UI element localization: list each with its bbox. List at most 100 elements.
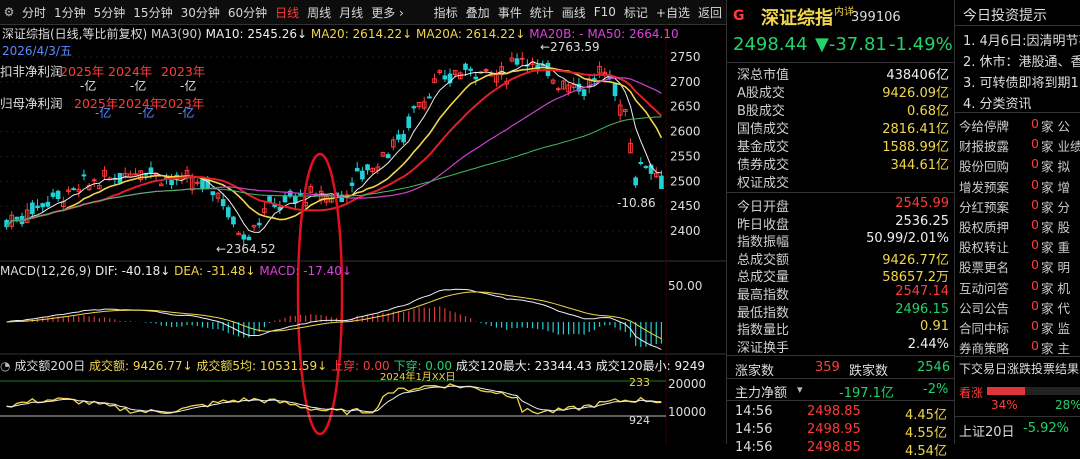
candle	[638, 157, 644, 166]
tip-item[interactable]: 3. 可转债即将到期1	[963, 72, 1079, 91]
event-category[interactable]: 公司公告	[959, 298, 1009, 317]
event-category[interactable]: 股票更名	[959, 257, 1009, 276]
volume-mark: 233	[629, 376, 650, 389]
volume-legend-item: 下穿: 0.00	[389, 359, 453, 373]
event-count: 0	[1031, 237, 1039, 253]
indicator-button[interactable]: 指标	[430, 4, 462, 21]
quote-row: 债券成交 344.61亿	[737, 158, 949, 173]
event-category[interactable]: 股权转让	[959, 237, 1009, 256]
candle-body	[468, 68, 473, 71]
tick-t: 14:56	[735, 440, 773, 455]
event-category[interactable]: 合同中标	[959, 318, 1009, 337]
candle-body	[220, 199, 226, 207]
event-category[interactable]: 分红预案	[959, 197, 1009, 216]
macd-tick-label: 50.00	[668, 279, 702, 293]
tip-item[interactable]: 1. 4月6日:因清明节不	[963, 30, 1080, 49]
volume-icon: ◔	[0, 359, 11, 373]
volume-legend: ◔ 成交额200日 成交额: 9426.77↓ 成交额5均: 10531.59↓…	[0, 359, 705, 373]
candle	[195, 178, 200, 186]
event-category[interactable]: 互动问答	[959, 278, 1009, 297]
quote-row: 总成交额 9426.77亿	[737, 252, 949, 268]
candle	[499, 61, 504, 80]
candle-body	[442, 75, 448, 80]
period-toolbar: ⚙ 分时 1分钟 5分钟 15分钟 30分钟 60分钟 日线 周线 月线 更多 …	[0, 0, 726, 25]
candle	[643, 165, 649, 170]
candle	[225, 205, 231, 220]
candle	[158, 181, 164, 187]
volume-legend-item: 成交120最大: 23344.43	[452, 359, 592, 373]
candle	[514, 53, 520, 67]
kline-chart[interactable]: 2750 2700 2650 2600 2550 2500 2450 2400 50.00 200…	[0, 24, 726, 444]
event-category[interactable]: 股份回购	[959, 156, 1009, 175]
event-category[interactable]: 券商策略	[959, 338, 1009, 357]
candle	[262, 202, 267, 216]
candle	[612, 82, 618, 102]
ma-legend-item: MA10: 2545.26↓	[201, 27, 308, 41]
event-category[interactable]: 财报披露	[959, 136, 1009, 155]
tab-5min[interactable]: 5分钟	[90, 4, 130, 21]
candle	[406, 113, 412, 131]
settings-icon[interactable]: ⚙	[0, 5, 18, 19]
vote-up-pct: 34%	[991, 398, 1018, 412]
event-desc: 家 重	[1041, 240, 1070, 256]
quote-row: 国债成交 2816.41亿	[737, 122, 949, 137]
tab-weekly[interactable]: 周线	[303, 4, 335, 21]
tab-more[interactable]: 更多 ›	[367, 4, 408, 21]
candle	[30, 200, 35, 218]
event-button[interactable]: 事件	[494, 4, 526, 21]
candle	[617, 99, 623, 121]
price-tick-label: 2500	[670, 174, 701, 188]
high-label: ←2763.59	[540, 40, 600, 54]
macd-legend: MACD(12,26,9) DIF: -40.18↓ DEA: -31.48↓ …	[0, 264, 352, 278]
tab-15min[interactable]: 15分钟	[129, 4, 176, 21]
mark-button[interactable]: 标记	[620, 4, 652, 21]
chevron-down-icon[interactable]: ▾	[797, 383, 803, 396]
quote-row: 基金成交 1588.99亿	[737, 140, 949, 155]
event-desc: 家 主	[1041, 341, 1070, 357]
index-price: 2498.44	[733, 34, 808, 55]
event-category[interactable]: 股权质押	[959, 217, 1009, 236]
overlay-button[interactable]: 叠加	[462, 4, 494, 21]
stats-button[interactable]: 统计	[526, 4, 558, 21]
candle	[354, 162, 360, 172]
candle	[138, 170, 143, 183]
candle	[102, 166, 107, 180]
candle-body	[659, 175, 664, 190]
candle	[401, 130, 406, 145]
candle	[437, 69, 443, 75]
tab-daily[interactable]: 日线	[271, 4, 303, 21]
tab-1min[interactable]: 1分钟	[50, 4, 90, 21]
candle-body	[231, 216, 236, 225]
tab-timeshare[interactable]: 分时	[18, 4, 50, 21]
candle-body	[592, 78, 597, 81]
candle	[416, 101, 422, 110]
event-category[interactable]: 今给停牌	[959, 116, 1009, 135]
add-watchlist-button[interactable]: +自选	[652, 4, 694, 21]
candle	[236, 230, 241, 236]
f10-button[interactable]: F10	[590, 5, 620, 19]
quote-row: 最低指数 2496.15	[737, 301, 949, 321]
draw-button[interactable]: 画线	[558, 4, 590, 21]
quote-row: 指数量比 0.91	[737, 319, 949, 339]
event-desc: 家 业绩	[1041, 139, 1080, 155]
quote-row: 总成交量 58657.2万	[737, 270, 949, 286]
candle-body	[55, 190, 61, 200]
event-category[interactable]: 增发预案	[959, 177, 1009, 196]
candle	[210, 191, 216, 202]
ma-legend-item: MA20: 2614.22↓	[307, 27, 413, 41]
candle-body	[81, 174, 87, 177]
back-button[interactable]: 返回	[694, 4, 726, 21]
candle-body	[581, 89, 587, 97]
volume-legend-item: 成交额: 9426.77↓	[89, 359, 193, 373]
tab-60min[interactable]: 60分钟	[224, 4, 271, 21]
candle-body	[406, 116, 412, 129]
volume-legend-item: 上穿: 0.00	[327, 359, 390, 373]
vote-neutral-bar	[1025, 387, 1080, 395]
candle-body	[365, 164, 370, 171]
candle-body	[195, 181, 200, 184]
tip-item[interactable]: 4. 分类资讯	[963, 93, 1032, 112]
tab-30min[interactable]: 30分钟	[177, 4, 224, 21]
tip-item[interactable]: 2. 休市：港股通、香	[963, 51, 1080, 70]
tab-monthly[interactable]: 月线	[335, 4, 367, 21]
index-name: 深证综指	[761, 8, 833, 29]
